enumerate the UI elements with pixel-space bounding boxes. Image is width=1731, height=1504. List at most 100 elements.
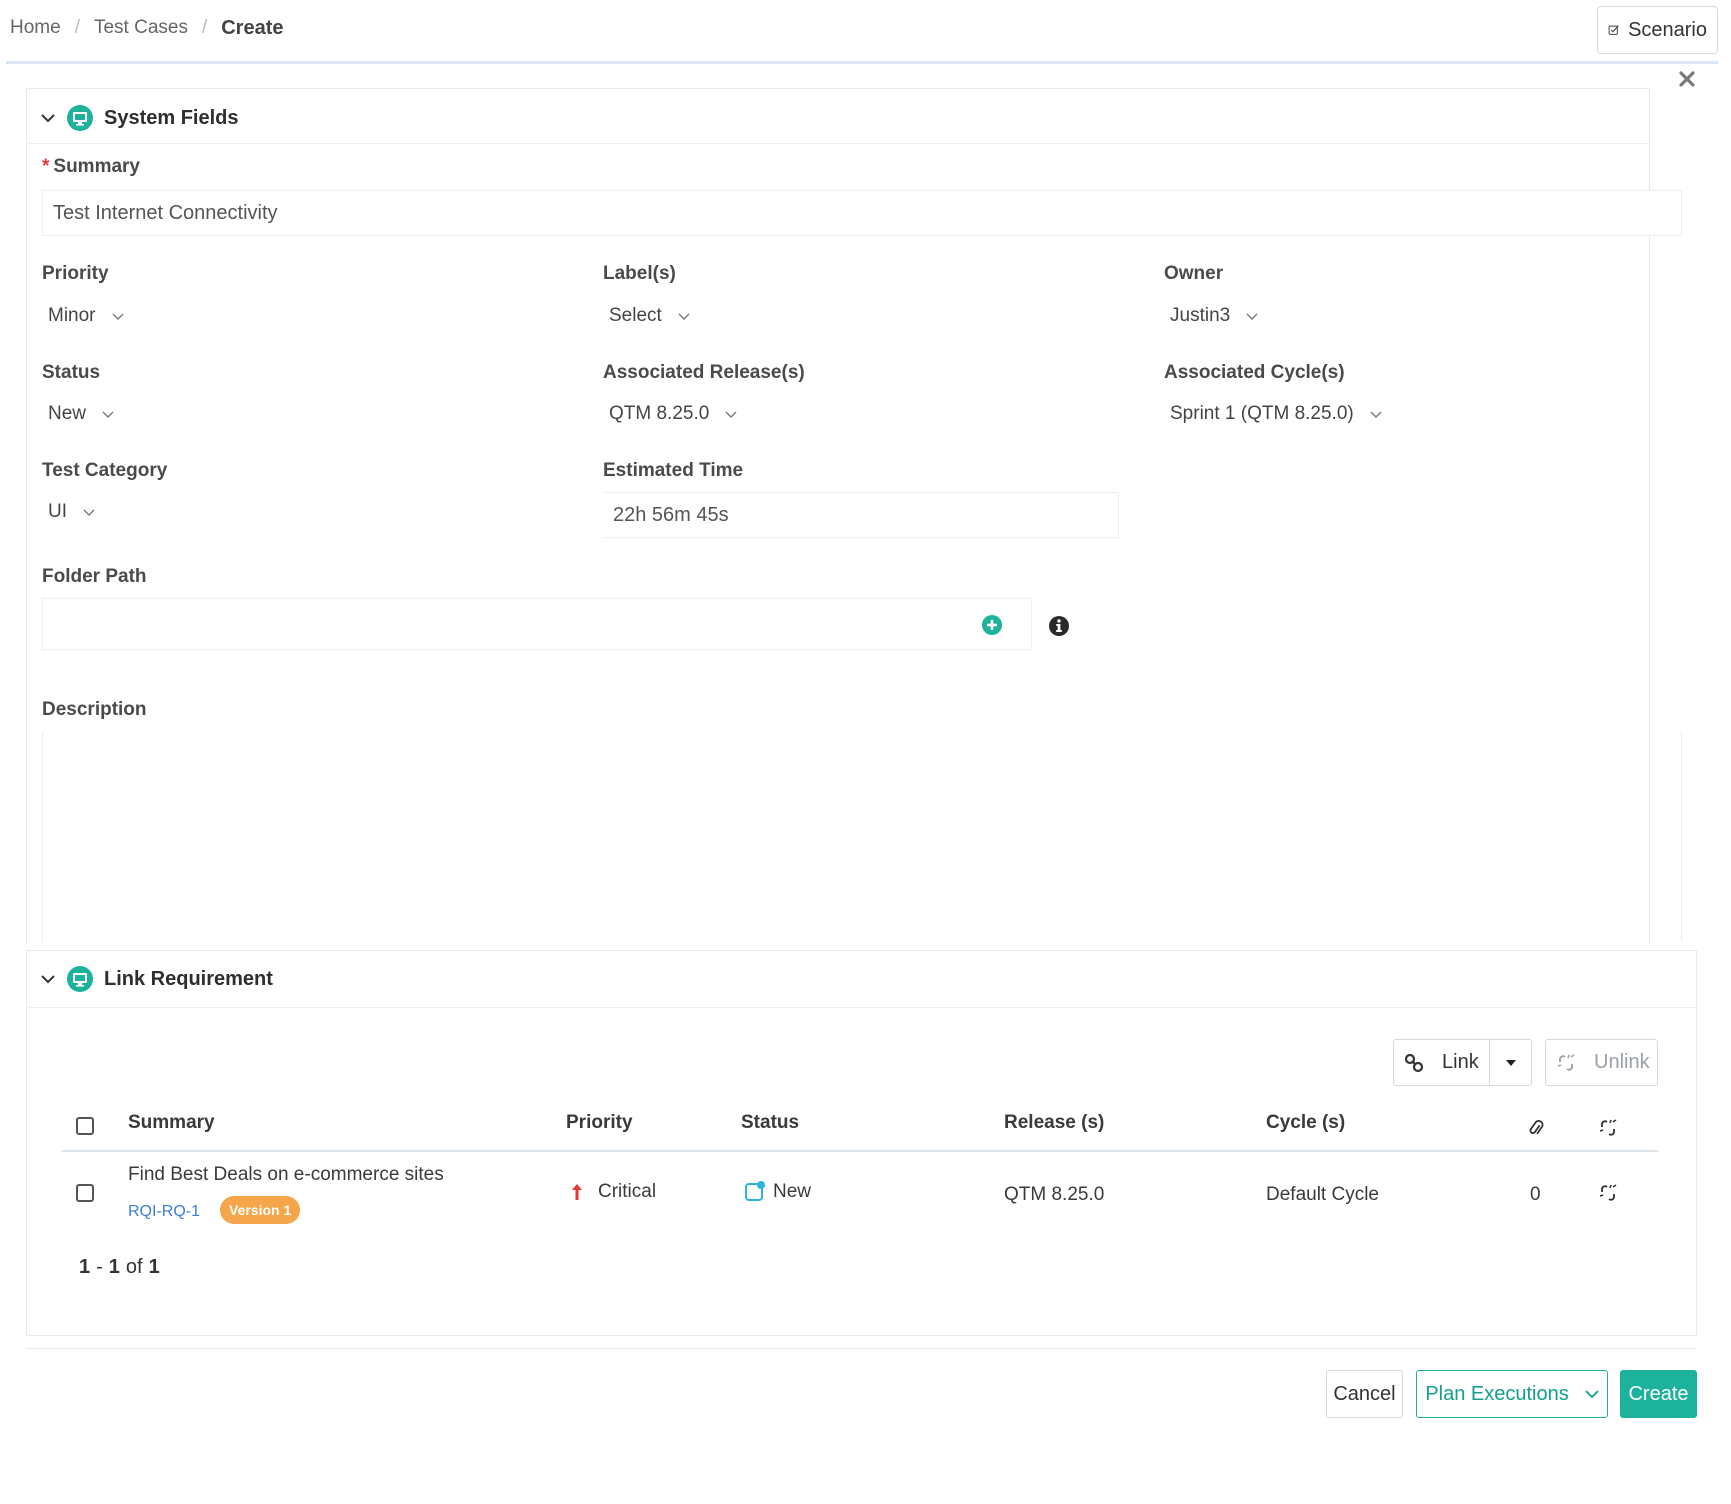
priority-arrow-icon xyxy=(571,1183,583,1201)
summary-value: Test Internet Connectivity xyxy=(53,201,278,224)
breadcrumb-separator: / xyxy=(201,17,208,38)
chevron-down-icon xyxy=(678,313,690,320)
chevron-down-icon xyxy=(1370,411,1382,418)
description-label: Description xyxy=(42,699,147,720)
column-priority[interactable]: Priority xyxy=(566,1112,633,1134)
status-label: Status xyxy=(42,362,101,383)
owner-value: Justin3 xyxy=(1170,305,1231,326)
footer-divider xyxy=(26,1348,1697,1349)
status-new-icon xyxy=(744,1181,766,1203)
cycle-label: Associated Cycle(s) xyxy=(1164,362,1345,383)
priority-select[interactable]: Minor xyxy=(48,304,124,328)
link-icon xyxy=(1404,1053,1424,1072)
info-icon[interactable] xyxy=(1048,615,1070,637)
release-select[interactable]: QTM 8.25.0 xyxy=(609,402,737,426)
folder-path-label: Folder Path xyxy=(42,566,147,587)
scenario-button[interactable]: Scenario xyxy=(1597,6,1718,54)
status-value: New xyxy=(48,403,87,424)
cycle-select[interactable]: Sprint 1 (QTM 8.25.0) xyxy=(1170,402,1382,426)
folder-path-input[interactable] xyxy=(42,598,1032,650)
row-cycle: Default Cycle xyxy=(1266,1184,1379,1205)
status-select[interactable]: New xyxy=(48,402,114,426)
row-key-link[interactable]: RQI-RQ-1 xyxy=(128,1203,200,1221)
header-divider xyxy=(6,61,1718,64)
row-priority: Critical xyxy=(598,1181,657,1202)
scenario-label: Scenario xyxy=(1628,18,1707,41)
priority-label: Priority xyxy=(42,263,109,284)
cancel-button[interactable]: Cancel xyxy=(1326,1370,1403,1418)
owner-select[interactable]: Justin3 xyxy=(1170,304,1258,328)
edit-check-icon xyxy=(1608,25,1619,35)
chevron-down-icon xyxy=(1585,1390,1599,1399)
link-button[interactable]: Link xyxy=(1393,1039,1490,1086)
chevron-down-icon xyxy=(725,411,737,418)
cancel-label: Cancel xyxy=(1333,1382,1396,1405)
pagination-dash: - xyxy=(96,1256,103,1278)
row-checkbox[interactable] xyxy=(76,1184,94,1202)
row-summary[interactable]: Find Best Deals on e-commerce sites xyxy=(128,1164,444,1186)
row-release: QTM 8.25.0 xyxy=(1004,1184,1105,1205)
plan-executions-label: Plan Executions xyxy=(1425,1382,1569,1405)
system-fields-title: System Fields xyxy=(104,106,239,129)
labels-value: Select xyxy=(609,305,662,326)
link-requirement-header[interactable]: Link Requirement xyxy=(40,965,273,993)
row-attachments-count: 0 xyxy=(1530,1184,1541,1205)
category-label: Test Category xyxy=(42,460,168,481)
breadcrumb-home[interactable]: Home xyxy=(10,17,61,39)
release-value: QTM 8.25.0 xyxy=(609,403,710,424)
pagination-summary: 1 - 1 of 1 xyxy=(79,1256,160,1279)
summary-label-text: Summary xyxy=(53,156,141,177)
category-select[interactable]: UI xyxy=(48,500,95,524)
column-release[interactable]: Release (s) xyxy=(1004,1112,1104,1134)
monitor-icon xyxy=(67,966,93,992)
pagination-of: of xyxy=(125,1256,143,1278)
labels-label: Label(s) xyxy=(603,263,676,284)
unlink-column-icon xyxy=(1598,1118,1618,1138)
breadcrumb: Home / Test Cases / Create xyxy=(10,14,284,42)
unlink-button-label: Unlink xyxy=(1594,1051,1650,1073)
chevron-down-icon xyxy=(83,509,95,516)
row-unlink-icon[interactable] xyxy=(1598,1183,1618,1203)
add-folder-icon[interactable] xyxy=(981,614,1003,636)
create-button[interactable]: Create xyxy=(1620,1370,1697,1418)
column-status[interactable]: Status xyxy=(741,1112,799,1134)
create-label: Create xyxy=(1628,1382,1689,1405)
column-cycle[interactable]: Cycle (s) xyxy=(1266,1112,1345,1134)
cycle-value: Sprint 1 (QTM 8.25.0) xyxy=(1170,403,1354,424)
breadcrumb-current: Create xyxy=(221,16,284,39)
release-label: Associated Release(s) xyxy=(603,362,805,383)
row-status: New xyxy=(773,1181,812,1202)
link-button-label: Link xyxy=(1442,1051,1479,1073)
pagination-total: 1 xyxy=(148,1256,160,1278)
priority-value: Minor xyxy=(48,305,96,326)
monitor-icon xyxy=(67,105,93,131)
breadcrumb-test-cases[interactable]: Test Cases xyxy=(94,17,188,39)
required-marker: * xyxy=(42,156,50,177)
unlink-button[interactable]: Unlink xyxy=(1545,1039,1658,1086)
estimated-time-input[interactable]: 22h 56m 45s xyxy=(603,492,1119,538)
link-requirement-title: Link Requirement xyxy=(104,967,273,990)
system-fields-header[interactable]: System Fields xyxy=(40,104,239,132)
pagination-to: 1 xyxy=(108,1256,120,1278)
summary-input[interactable]: Test Internet Connectivity xyxy=(42,190,1682,236)
chevron-down-icon xyxy=(112,313,124,320)
estimated-time-label: Estimated Time xyxy=(603,460,744,481)
description-editor[interactable] xyxy=(42,732,1682,942)
chevron-down-icon xyxy=(41,975,55,984)
chevron-down-icon xyxy=(102,411,114,418)
estimated-time-value: 22h 56m 45s xyxy=(613,503,729,526)
owner-label: Owner xyxy=(1164,263,1224,284)
labels-select[interactable]: Select xyxy=(609,304,690,328)
column-summary[interactable]: Summary xyxy=(128,1112,215,1134)
category-value: UI xyxy=(48,501,67,522)
version-badge: Version 1 xyxy=(220,1196,301,1224)
pagination-from: 1 xyxy=(79,1256,91,1278)
plan-executions-button[interactable]: Plan Executions xyxy=(1416,1370,1608,1418)
unlink-icon xyxy=(1557,1053,1575,1071)
close-icon[interactable] xyxy=(1678,70,1696,88)
select-all-checkbox[interactable] xyxy=(76,1117,94,1135)
summary-label: * Summary xyxy=(42,156,140,178)
chevron-down-icon xyxy=(1246,313,1258,320)
paperclip-icon xyxy=(1527,1118,1545,1138)
link-dropdown-button[interactable] xyxy=(1489,1039,1532,1086)
